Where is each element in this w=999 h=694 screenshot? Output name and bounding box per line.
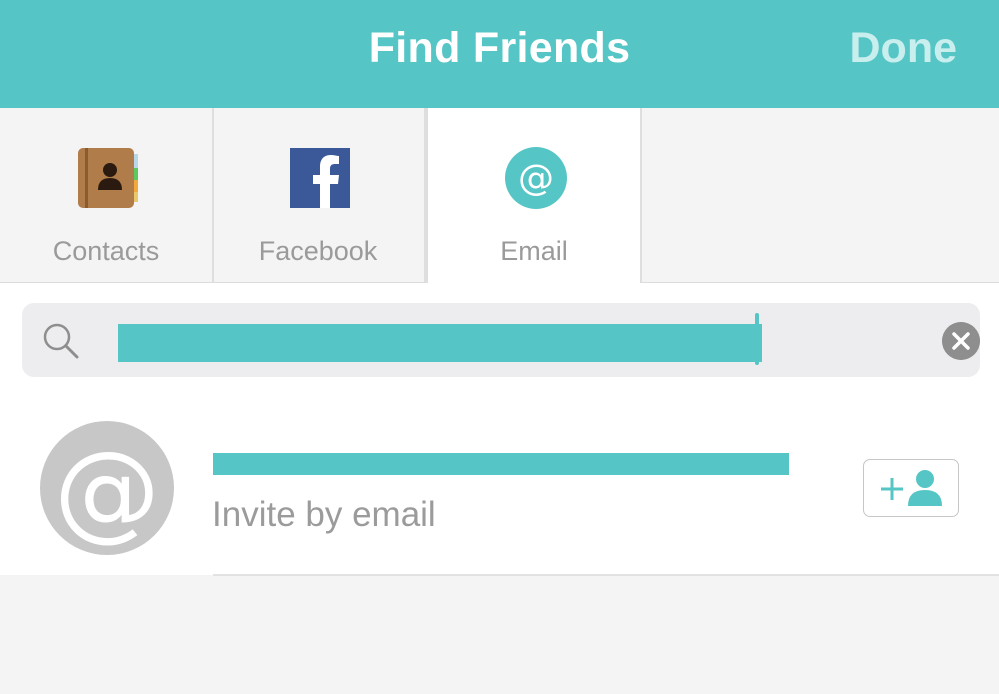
- tab-facebook-label: Facebook: [258, 236, 378, 266]
- list-item: @ Invite by email: [0, 403, 999, 575]
- search-input[interactable]: [118, 324, 762, 362]
- search-icon: [43, 323, 79, 359]
- tab-email[interactable]: @ Email: [426, 108, 642, 283]
- search-bar: [22, 303, 980, 377]
- invite-subtitle: Invite by email: [212, 495, 436, 534]
- tab-contacts-label: Contacts: [52, 236, 160, 266]
- redacted-email-address: [213, 453, 789, 475]
- tab-contacts[interactable]: Contacts: [0, 108, 214, 282]
- add-friend-icon: [881, 470, 942, 506]
- at-avatar-glyph: @: [54, 429, 160, 552]
- svg-text:@: @: [518, 158, 554, 199]
- row-divider: [213, 574, 999, 576]
- at-sign-icon: @: [505, 147, 567, 209]
- tab-facebook[interactable]: Facebook: [212, 108, 426, 282]
- facebook-icon: [290, 148, 350, 208]
- avatar: @: [40, 421, 174, 555]
- add-friend-button[interactable]: [863, 459, 959, 517]
- results-panel: @ Invite by email: [0, 283, 999, 575]
- clear-icon[interactable]: [942, 322, 980, 360]
- contacts-book-icon: [78, 148, 138, 208]
- navigation-bar: Find Friends Done: [0, 0, 999, 108]
- text-cursor: [755, 313, 759, 365]
- done-button[interactable]: Done: [850, 24, 958, 73]
- tab-email-label: Email: [500, 236, 568, 266]
- source-tabs: Contacts Facebook @ Email: [0, 108, 999, 283]
